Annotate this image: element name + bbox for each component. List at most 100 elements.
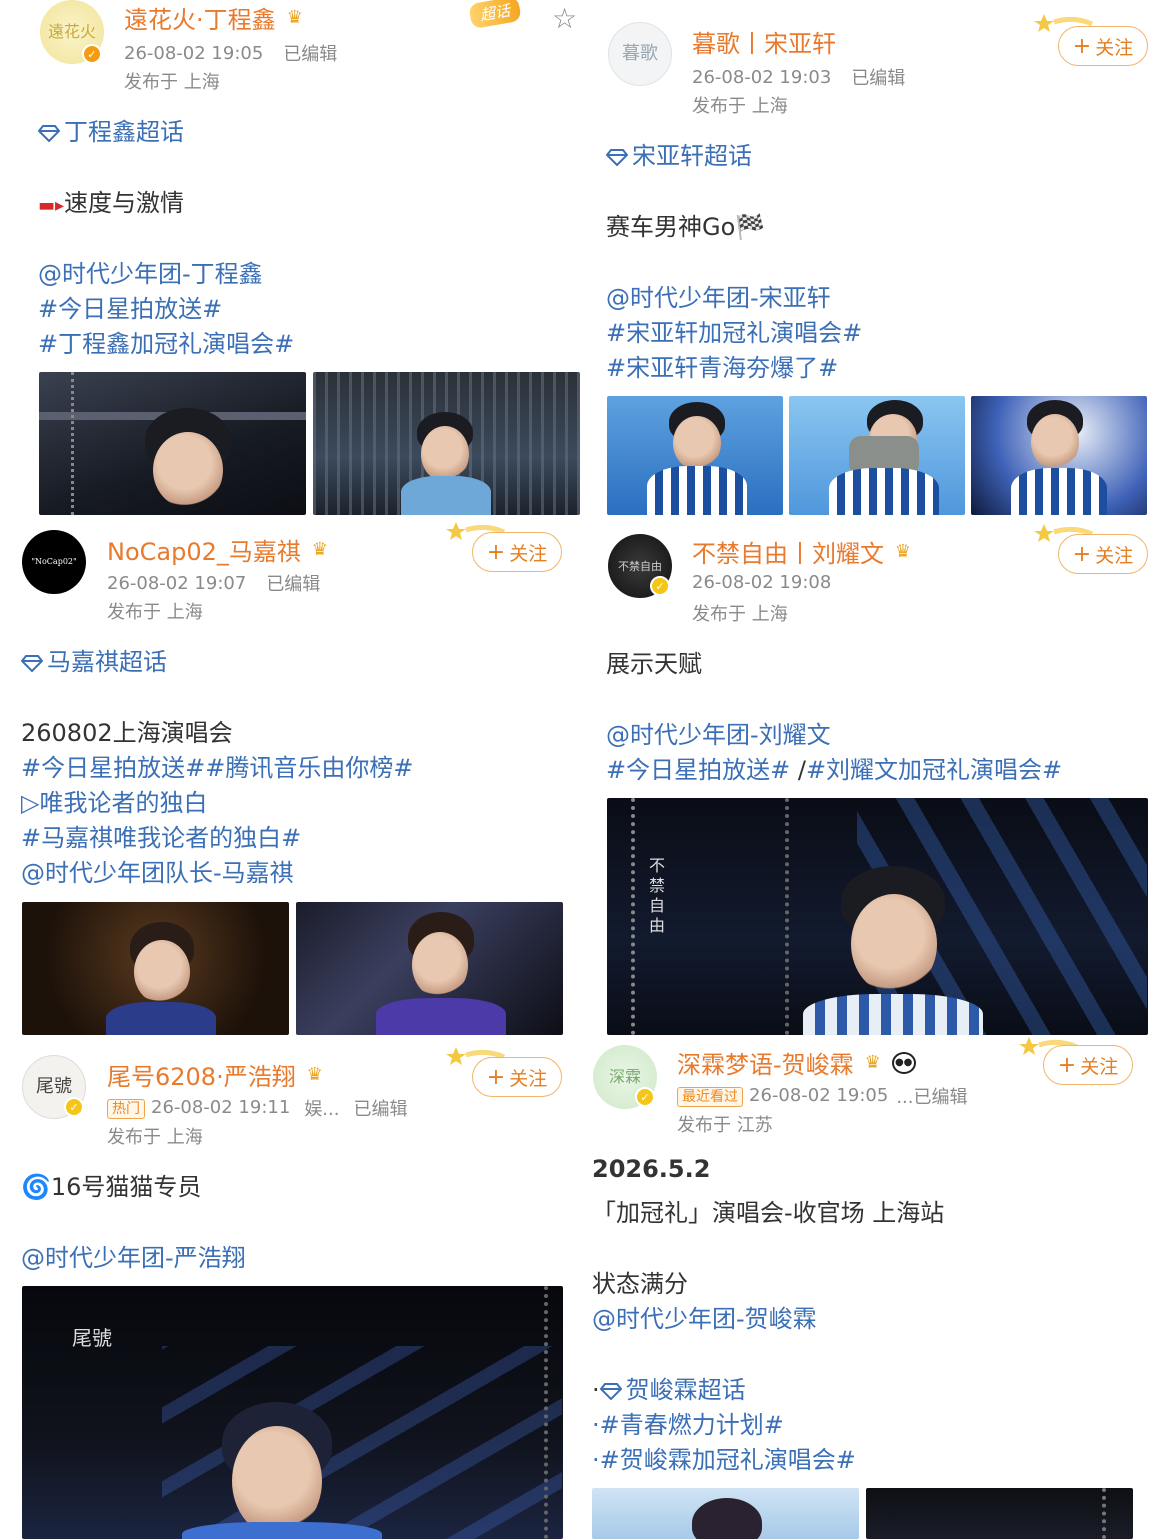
author-name[interactable]: 暮歌丨宋亚轩 [692,24,836,59]
post-image[interactable] [296,902,563,1035]
crown-icon: ♛ [864,1052,881,1073]
author-name[interactable]: 遠花火·丁程鑫 ♛ [124,0,308,35]
super-topic-link[interactable]: 丁程鑫超话 [38,112,184,147]
post-image[interactable] [39,372,306,515]
mention-link[interactable]: @时代少年团-宋亚轩 [606,278,831,313]
verified-icon: ✓ [650,576,670,596]
chain-decoration [544,1286,550,1539]
verified-icon: ✓ [82,44,102,64]
shirt-shape [106,1002,216,1035]
author-name-text: 尾号6208·严浩翔 [107,1063,296,1091]
super-topic-text: 贺峻霖超话 [625,1376,746,1404]
author-name[interactable]: 不禁自由丨刘耀文 ♛ [692,534,916,569]
post-meta: 最近看过 26-08-02 19:05 ...已编辑 [677,1083,967,1109]
shirt-shape [401,476,491,515]
mention-link[interactable]: @时代少年团-丁程鑫 [38,254,263,289]
hashtag-link[interactable]: #刘耀文加冠礼演唱会# [806,756,1062,784]
shirt-shape [376,998,506,1035]
avatar[interactable]: "NoCap02" [22,530,86,594]
author-name-text: NoCap02_马嘉祺 [107,538,301,566]
post-card[interactable]: 不禁自由 ✓ 不禁自由丨刘耀文 ♛ 26-08-02 19:08 发布于 上海 … [590,520,1168,1035]
post-card[interactable]: 尾號 ✓ 尾号6208·严浩翔 ♛ 热门 26-08-02 19:11 娱... … [0,1035,590,1539]
avatar-text: 深霖 [608,1067,641,1086]
diamond-icon [21,655,43,672]
post-card[interactable]: "NoCap02" NoCap02_马嘉祺 ♛ 26-08-02 19:07 已… [0,520,590,1035]
post-card[interactable]: 深霖 ✓ 深霖梦语-贺峻霖 ♛ ●● 最近看过 26-08-02 19:05 ..… [575,1035,1168,1539]
follow-button[interactable]: + 关注 [1043,1045,1133,1085]
post-image[interactable] [22,902,289,1035]
post-date: 2026.5.2 [592,1155,711,1183]
hashtag-link[interactable]: #丁程鑫加冠礼演唱会# [38,324,294,359]
edited-label: 已编辑 [283,44,338,65]
hashtag-link[interactable]: #今日星拍放送# [38,289,222,324]
hashtag-link[interactable]: ·#青春燃力计划# [592,1405,784,1440]
post-image[interactable] [866,1488,1133,1539]
super-topic-text: 宋亚轩超话 [632,142,752,170]
edited-label: ...已编辑 [896,1087,968,1108]
mention-link[interactable]: @时代少年团-严浩翔 [21,1238,246,1273]
plus-icon: + [486,1064,506,1090]
plus-icon: + [1072,33,1092,59]
post-image[interactable] [789,396,965,515]
mention-link[interactable]: @时代少年团队长-马嘉祺 [21,853,294,888]
super-topic-text: 丁程鑫超话 [64,118,184,146]
chain-decoration [785,798,791,1035]
super-topic-link[interactable]: 贺峻霖超话 [599,1376,746,1404]
author-name-text: 深霖梦语-贺峻霖 [677,1051,854,1079]
post-location: 发布于 江苏 [677,1115,773,1136]
post-text: 🌀16号猫猫专员 [21,1173,202,1201]
post-card[interactable]: 遠花火 ✓ 遠花火·丁程鑫 ♛ 26-08-02 19:05 已编辑 发布于 上… [0,0,590,520]
plus-icon: + [486,539,506,565]
follow-button[interactable]: + 关注 [472,1057,562,1097]
author-name-text: 不禁自由丨刘耀文 [692,540,884,568]
face-shape [1031,414,1079,470]
follow-button[interactable]: + 关注 [1058,26,1148,66]
post-image[interactable] [607,396,783,515]
face-shape [153,432,223,508]
follow-button[interactable]: + 关注 [1058,534,1148,574]
face-shape [673,416,721,470]
follow-label: 关注 [1080,1055,1119,1078]
post-image[interactable] [592,1488,859,1539]
hashtag-link[interactable]: #今日星拍放送# [606,756,790,784]
author-name[interactable]: 尾号6208·严浩翔 ♛ [107,1057,328,1092]
post-image[interactable]: 不禁自由 [607,798,1148,1035]
post-meta: 26-08-02 19:08 [692,572,831,593]
hashtag-link[interactable]: #今日星拍放送##腾讯音乐由你榜# [21,748,413,783]
author-name[interactable]: 深霖梦语-贺峻霖 ♛ ●● [677,1045,916,1080]
separator: / [790,756,806,784]
hashtag-line: #今日星拍放送# /#刘耀文加冠礼演唱会# [606,750,1062,785]
super-topic-link[interactable]: 马嘉祺超话 [21,642,167,677]
post-image[interactable] [313,372,580,515]
mention-link[interactable]: @时代少年团-贺峻霖 [592,1299,817,1334]
post-image[interactable] [971,396,1147,515]
post-time: 26-08-02 19:07 [107,572,247,594]
hashtag-link[interactable]: #宋亚轩加冠礼演唱会# [606,313,862,348]
follow-button[interactable]: + 关注 [472,532,562,572]
image-watermark: 尾號 [72,1326,112,1350]
super-topic-link[interactable]: 宋亚轩超话 [606,136,752,171]
author-name[interactable]: NoCap02_马嘉祺 ♛ [107,532,333,567]
crown-icon: ♛ [306,1064,323,1085]
post-text: 赛车男神Go🏁 [606,213,766,241]
post-location: 发布于 上海 [692,604,788,625]
post-text: 260802上海演唱会 [21,719,233,747]
hashtag-link[interactable]: #宋亚轩青海夯爆了# [606,348,838,383]
post-card[interactable]: 暮歌 暮歌丨宋亚轩 26-08-02 19:03 已编辑 发布于 上海 + 关注 … [590,0,1168,520]
shirt-shape [182,1522,382,1539]
mention-link[interactable]: @时代少年团-刘耀文 [606,715,831,750]
edited-label: 已编辑 [851,68,906,89]
music-link[interactable]: ▷唯我论者的独白 [21,783,207,818]
post-text-line: ▬▸速度与激情 [38,183,184,218]
hashtag-link[interactable]: #马嘉祺唯我论者的独白# [21,818,301,853]
hot-badge: 热门 [107,1099,145,1119]
source-label: 娱... [304,1099,340,1120]
diamond-icon [606,149,628,166]
shirt-shape [1011,468,1107,515]
image-watermark: 不禁自由 [649,856,666,935]
hashtag-link[interactable]: ·#贺峻霖加冠礼演唱会# [592,1440,856,1475]
avatar[interactable]: 暮歌 [608,22,672,86]
bullet: · [592,1376,600,1404]
post-image[interactable]: 尾號 [22,1286,563,1539]
star-icon[interactable]: ☆ [552,2,577,35]
